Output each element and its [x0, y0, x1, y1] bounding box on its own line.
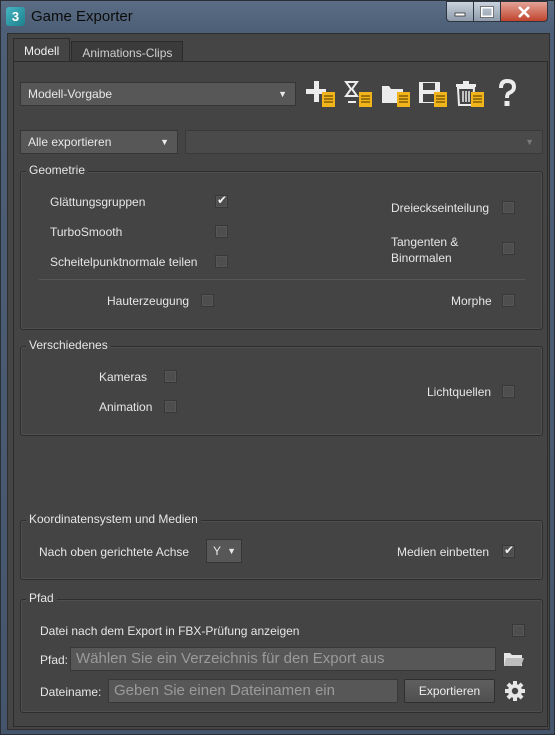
kameras-label: Kameras: [99, 370, 148, 384]
settings-gear-icon: [505, 681, 525, 701]
edit-preset-icon: [344, 81, 372, 107]
modell-panel: Modell-Vorgabe ▼ Alle exportieren ▼ ▼ Ge…: [13, 61, 548, 727]
save-preset-button[interactable]: [418, 78, 448, 108]
tab-bar: Modell Animations-Clips: [13, 38, 184, 63]
maximize-icon: [480, 5, 494, 18]
checkmark-icon: ✔: [217, 193, 228, 207]
close-icon: [518, 5, 530, 18]
minimize-button[interactable]: [446, 1, 474, 22]
geometrie-group: Geometrie Glättungsgruppen ✔ TurboSmooth…: [20, 163, 543, 330]
preset-value: Modell-Vorgabe: [28, 87, 113, 101]
fbx-pruefung-label: Datei nach dem Export in FBX-Prüfung anz…: [40, 624, 300, 638]
delete-preset-icon: [456, 81, 484, 107]
verschiedenes-group: Verschiedenes Kameras Animation Lichtque…: [20, 338, 543, 436]
geometrie-title: Geometrie: [26, 163, 89, 177]
fbx-pruefung-checkbox[interactable]: [512, 624, 525, 637]
animation-label: Animation: [99, 400, 153, 414]
turbosmooth-checkbox[interactable]: [215, 225, 228, 238]
turbosmooth-label: TurboSmooth: [50, 225, 123, 239]
lichtquellen-checkbox[interactable]: [502, 385, 515, 398]
help-button[interactable]: [492, 78, 522, 108]
close-button[interactable]: [500, 1, 548, 22]
hauterzeugung-label: Hauterzeugung: [107, 294, 190, 308]
export-selection-dropdown[interactable]: ▼: [185, 130, 543, 154]
browse-folder-button[interactable]: [503, 649, 525, 669]
animation-checkbox[interactable]: [164, 400, 177, 413]
binormalen-label: Binormalen: [391, 251, 452, 265]
kameras-checkbox[interactable]: [164, 370, 177, 383]
verschiedenes-title: Verschiedenes: [26, 338, 111, 352]
dreieckseinteilung-label: Dreieckseinteilung: [391, 201, 490, 215]
export-mode-dropdown[interactable]: Alle exportieren ▼: [20, 130, 178, 154]
tangenten-label: Tangenten &: [391, 235, 459, 249]
app-window: 3 Game Exporter Modell Animations-Clips …: [0, 0, 555, 735]
scheitelpunktnormale-checkbox[interactable]: [215, 255, 228, 268]
up-axis-dropdown[interactable]: Y ▼: [206, 539, 242, 563]
glaettungsgruppen-checkbox[interactable]: ✔: [215, 193, 228, 208]
medien-einbetten-checkbox[interactable]: ✔: [502, 543, 515, 558]
up-axis-value: Y: [213, 544, 222, 558]
dateiname-label: Dateiname:: [40, 685, 102, 699]
divider: [39, 279, 525, 280]
maximize-button[interactable]: [473, 1, 501, 22]
glaettungsgruppen-label: Glättungsgruppen: [50, 195, 146, 209]
morphe-label: Morphe: [451, 294, 492, 308]
hauterzeugung-checkbox[interactable]: [201, 294, 214, 307]
scheitelpunktnormale-label: Scheitelpunktnormale teilen: [50, 255, 198, 269]
pfad-title: Pfad: [26, 591, 57, 605]
morphe-checkbox[interactable]: [502, 294, 515, 307]
chevron-down-icon: ▼: [278, 89, 287, 99]
window-title: Game Exporter: [31, 8, 133, 25]
add-preset-icon: [306, 81, 335, 107]
folder-preset-icon: [382, 86, 410, 107]
pfad-group: Pfad Datei nach dem Export in FBX-Prüfun…: [20, 591, 543, 713]
tab-animations-clips[interactable]: Animations-Clips: [71, 41, 184, 63]
title-bar[interactable]: 3 Game Exporter: [1, 1, 554, 33]
dreieckseinteilung-checkbox[interactable]: [502, 201, 515, 214]
help-icon: [499, 78, 517, 106]
pfad-label: Pfad:: [40, 653, 69, 667]
folder-preset-button[interactable]: [381, 78, 411, 108]
medien-einbetten-label: Medien einbetten: [397, 545, 490, 559]
preset-dropdown[interactable]: Modell-Vorgabe ▼: [20, 82, 296, 106]
tangenten-binormalen-checkbox[interactable]: [502, 242, 515, 255]
app-icon: 3: [6, 7, 25, 26]
checkmark-icon: ✔: [504, 543, 515, 557]
minimize-icon: [454, 12, 466, 16]
chevron-down-icon: ▼: [227, 546, 236, 556]
add-preset-button[interactable]: [306, 78, 336, 108]
settings-button[interactable]: [504, 680, 526, 702]
browse-folder-icon: [504, 653, 524, 666]
tab-modell[interactable]: Modell: [13, 38, 71, 63]
save-preset-icon: [419, 82, 447, 107]
lichtquellen-label: Lichtquellen: [427, 385, 492, 399]
window-controls: [446, 1, 548, 23]
chevron-down-icon: ▼: [525, 137, 534, 147]
koordinaten-title: Koordinatensystem und Medien: [26, 512, 201, 526]
dateiname-input[interactable]: Geben Sie einen Dateinamen ein: [108, 679, 398, 703]
edit-preset-button[interactable]: [343, 78, 373, 108]
delete-preset-button[interactable]: [455, 78, 485, 108]
export-mode-value: Alle exportieren: [28, 135, 112, 149]
pfad-input[interactable]: Wählen Sie ein Verzeichnis für den Expor…: [70, 647, 496, 671]
client-area: Modell Animations-Clips Modell-Vorgabe ▼: [7, 33, 550, 730]
koordinaten-group: Koordinatensystem und Medien Nach oben g…: [20, 512, 543, 580]
export-button[interactable]: Exportieren: [404, 679, 495, 703]
achse-label: Nach oben gerichtete Achse: [39, 545, 190, 559]
chevron-down-icon: ▼: [160, 137, 169, 147]
